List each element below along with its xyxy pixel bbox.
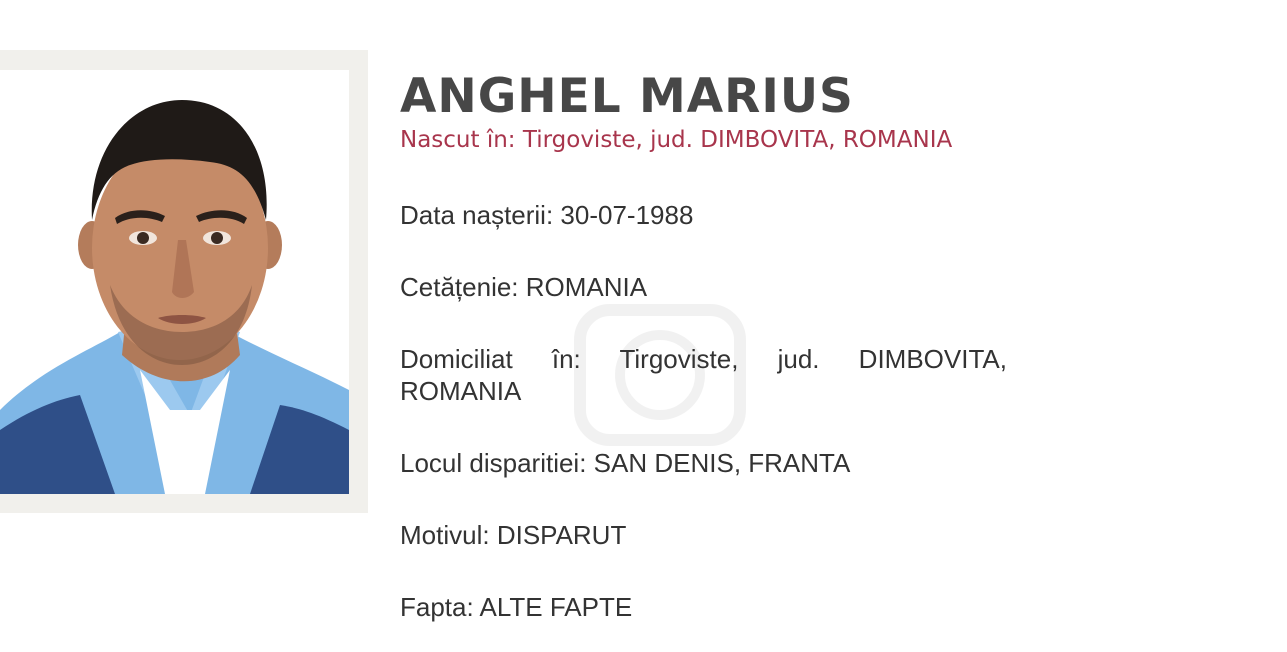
birthplace: Nascut în: Tirgoviste, jud. DIMBOVITA, R… xyxy=(400,127,953,153)
field-label: Motivul: xyxy=(400,520,490,550)
offense-field: Fapta: ALTE FAPTE xyxy=(400,591,1007,623)
residence-field: Domiciliat în: Tirgoviste, jud. DIMBOVIT… xyxy=(400,343,1007,407)
person-name: ANGHEL MARIUS xyxy=(400,69,854,124)
field-label: Domiciliat în: xyxy=(400,344,581,374)
citizenship-field: Cetățenie: ROMANIA xyxy=(400,271,1007,303)
field-value: ROMANIA xyxy=(525,272,648,302)
birthdate-field: Data nașterii: 30-07-1988 xyxy=(400,199,1007,231)
disappearance-place-field: Locul disparitiei: SAN DENIS, FRANTA xyxy=(400,447,1007,479)
field-label: Locul disparitiei: xyxy=(400,448,587,478)
details-list: Data nașterii: 30-07-1988 Cetățenie: ROM… xyxy=(400,199,1007,623)
field-label: Cetățenie: xyxy=(400,272,519,302)
person-info: ANGHEL MARIUS Nascut în: Tirgoviste, jud… xyxy=(400,70,1007,652)
photo-frame xyxy=(0,50,368,513)
reason-field: Motivul: DISPARUT xyxy=(400,519,1007,551)
field-value: SAN DENIS, FRANTA xyxy=(593,448,851,478)
field-label: Fapta: xyxy=(400,592,474,622)
person-photo xyxy=(0,70,349,494)
field-value: 30-07-1988 xyxy=(560,200,694,230)
field-value: DISPARUT xyxy=(496,520,627,550)
field-value: ALTE FAPTE xyxy=(479,592,633,622)
field-label: Data nașterii: xyxy=(400,200,554,230)
